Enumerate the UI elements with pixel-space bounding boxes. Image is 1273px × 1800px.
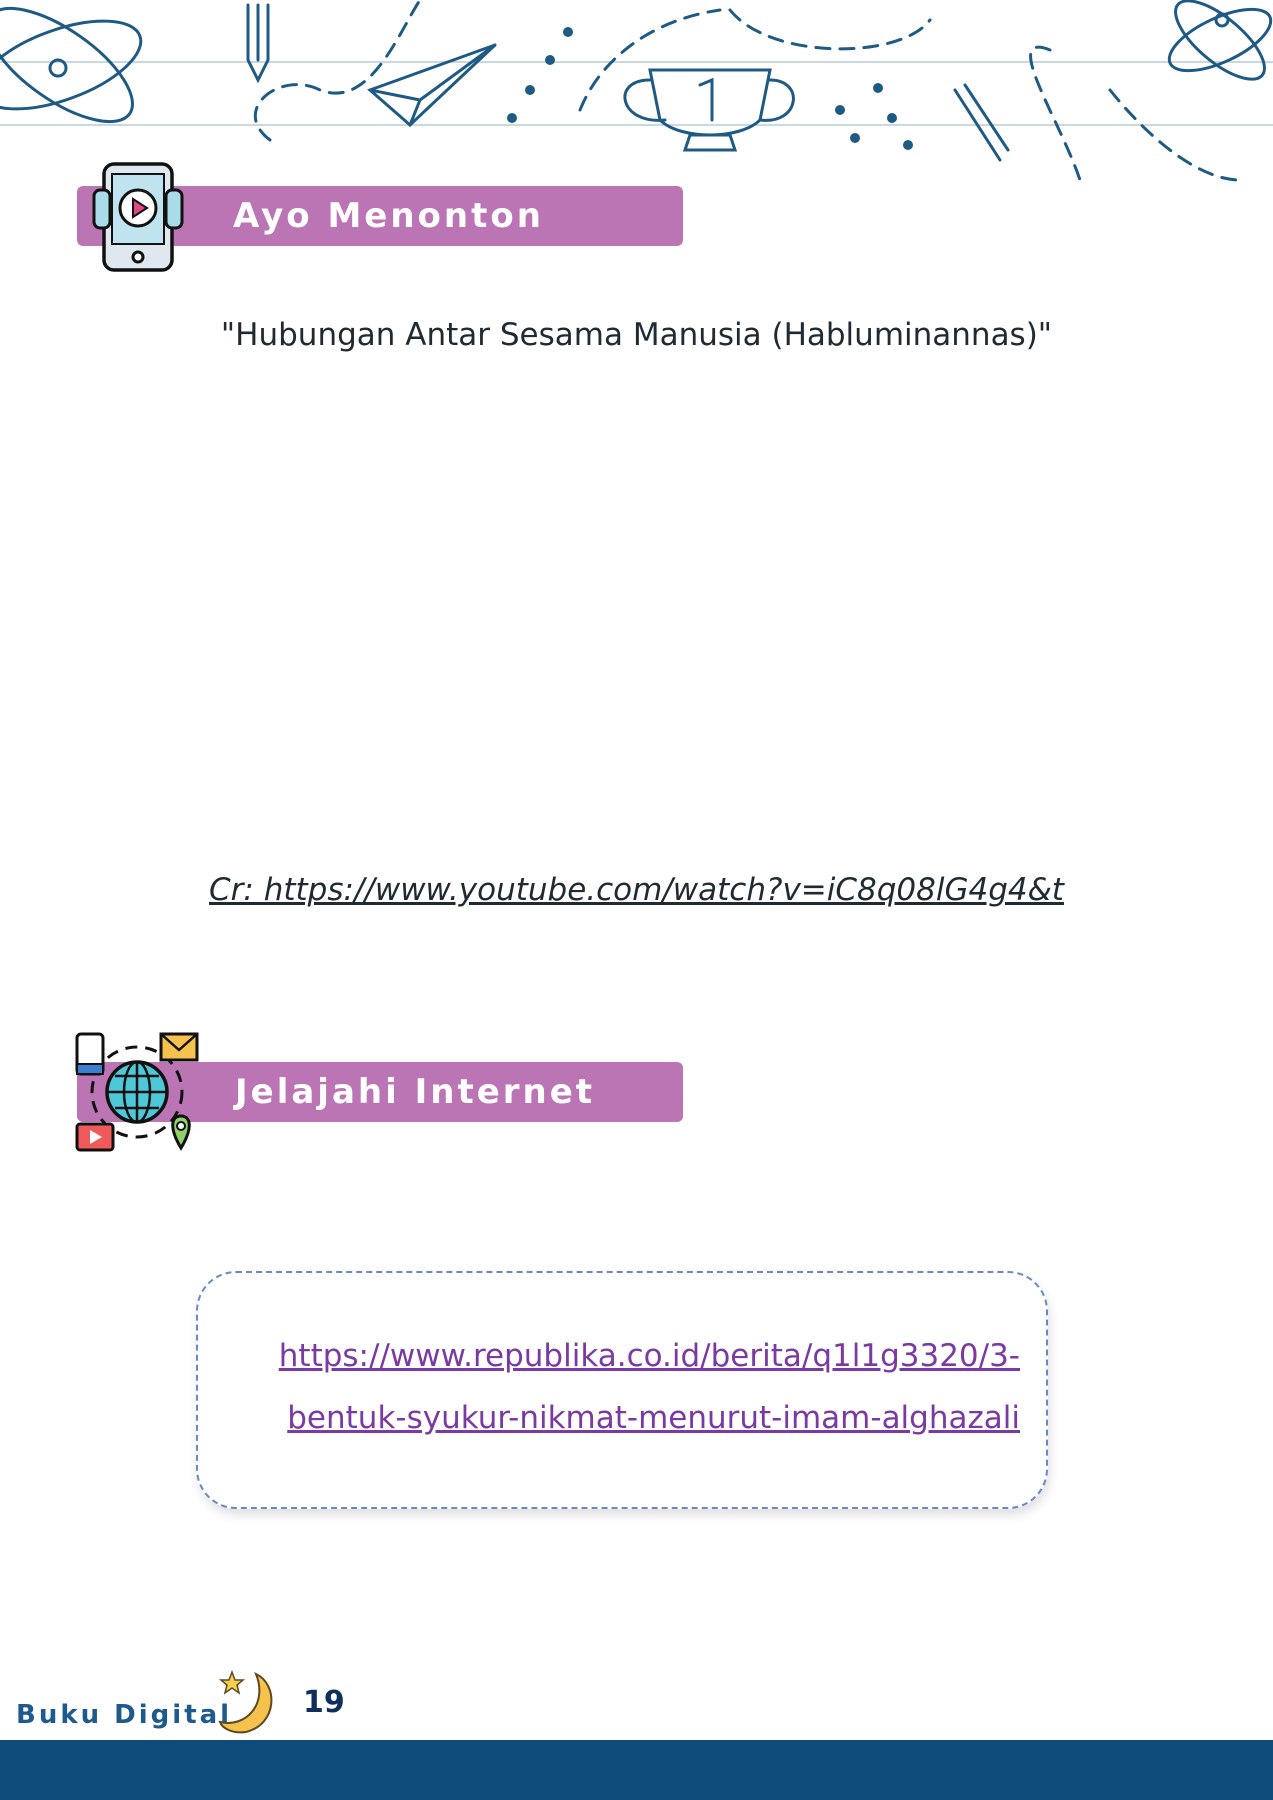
pencil-icon bbox=[246, 3, 270, 84]
footer-brand: Buku Digital bbox=[16, 1700, 233, 1730]
footer-bar bbox=[0, 1740, 1273, 1800]
section-heading-watch-label: Ayo Menonton bbox=[233, 196, 544, 236]
globe-network-icon bbox=[75, 1032, 199, 1152]
moon-star-icon bbox=[218, 1669, 273, 1734]
video-credit-link[interactable]: Cr: https://www.youtube.com/watch?v=iC8q… bbox=[0, 872, 1273, 908]
atom-icon bbox=[0, 6, 143, 124]
paper-plane-icon bbox=[367, 43, 497, 128]
section-heading-internet-label: Jelajahi Internet bbox=[235, 1072, 596, 1112]
trophy-icon bbox=[623, 68, 795, 152]
page-number: 19 bbox=[303, 1685, 345, 1720]
article-link[interactable]: https://www.republika.co.id/berita/q1l1g… bbox=[234, 1325, 1020, 1449]
atom-right-icon bbox=[1167, 0, 1273, 81]
smartphone-play-icon bbox=[92, 162, 184, 272]
link-box: https://www.republika.co.id/berita/q1l1g… bbox=[196, 1271, 1048, 1509]
video-title: "Hubungan Antar Sesama Manusia (Hablumin… bbox=[220, 317, 1053, 353]
article-link-line-2[interactable]: bentuk-syukur-nikmat-menurut-imam-alghaz… bbox=[234, 1387, 1020, 1449]
article-link-line-1[interactable]: https://www.republika.co.id/berita/q1l1g… bbox=[234, 1325, 1020, 1387]
header-doodles bbox=[0, 0, 1273, 182]
